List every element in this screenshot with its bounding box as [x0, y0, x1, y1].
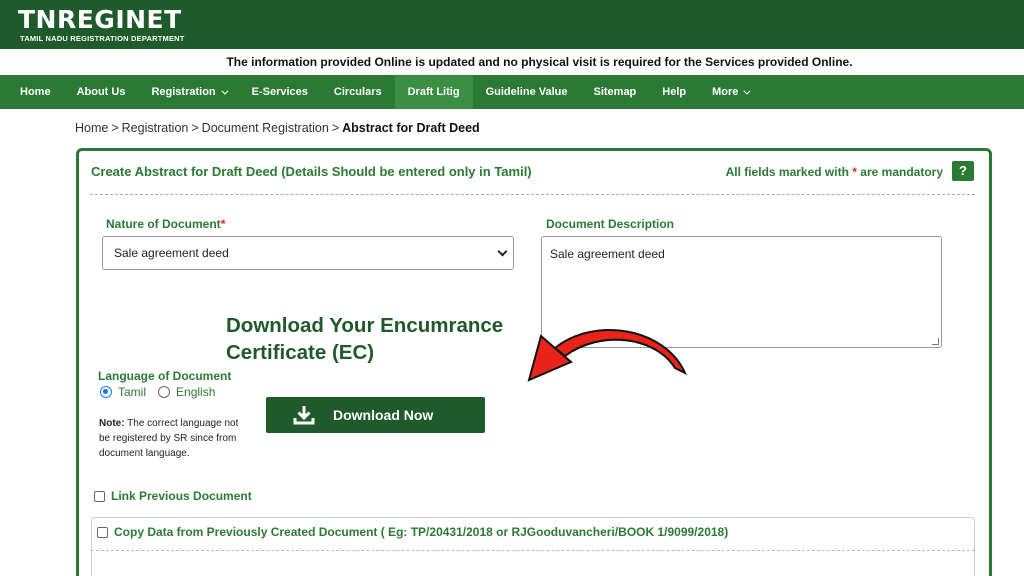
chevron-down-icon: [743, 87, 751, 95]
radio-tamil[interactable]: [100, 386, 112, 398]
nav-draft-litig[interactable]: Draft Litig: [394, 75, 473, 109]
nav-home[interactable]: Home: [7, 75, 64, 109]
divider: [90, 194, 975, 195]
nav-home-label: Home: [20, 86, 51, 98]
help-button[interactable]: ?: [952, 161, 974, 181]
note-bold: Note:: [99, 418, 125, 429]
nav-circulars-label: Circulars: [333, 86, 382, 98]
promo-line-2: Certificate (EC): [226, 341, 375, 364]
nav-e-services[interactable]: E-Services: [239, 75, 321, 109]
nav-about-us[interactable]: About Us: [64, 75, 139, 109]
red-arrow-icon: [527, 329, 688, 382]
breadcrumb-separator: >: [111, 121, 119, 135]
breadcrumb-separator: >: [331, 121, 340, 135]
nav-more-label: More: [712, 86, 739, 98]
mandatory-note: All fields marked with * are mandatory: [726, 165, 943, 179]
notice-banner: The information provided Online is updat…: [226, 55, 853, 69]
language-of-document-label: Language of Document: [98, 369, 232, 383]
description-value: Sale agreement deed: [550, 247, 665, 261]
mandatory-prefix: All fields marked with: [725, 165, 849, 179]
site-logo[interactable]: TNREGINET: [18, 5, 182, 34]
nature-select-value: Sale agreement deed: [114, 246, 229, 260]
nav-circulars[interactable]: Circulars: [321, 75, 395, 109]
nav-sitemap[interactable]: Sitemap: [580, 75, 649, 109]
radio-tamil-label[interactable]: Tamil: [118, 385, 146, 399]
breadcrumb-document-registration[interactable]: Document Registration: [202, 121, 329, 135]
copy-data-checkbox[interactable]: [97, 526, 108, 538]
nav-about-us-label: About Us: [76, 86, 126, 98]
mandatory-star: *: [852, 165, 857, 179]
breadcrumb-current: Abstract for Draft Deed: [342, 121, 480, 135]
site-header: TNREGINET TAMIL NADU REGISTRATION DEPART…: [0, 0, 1024, 49]
chevron-down-icon: [221, 87, 229, 95]
link-previous-label[interactable]: Link Previous Document: [111, 489, 252, 503]
download-now-button[interactable]: Download Now: [266, 397, 485, 433]
copy-data-divider: [91, 550, 975, 551]
required-star: *: [220, 217, 226, 231]
download-icon: [293, 406, 315, 425]
breadcrumb-registration[interactable]: Registration: [122, 121, 189, 135]
link-previous-row[interactable]: Link Previous Document: [94, 489, 252, 503]
nav-guideline-value-label: Guideline Value: [485, 86, 568, 98]
nav-guideline-value[interactable]: Guideline Value: [473, 75, 581, 109]
breadcrumb: Home > Registration > Document Registration >…: [75, 121, 480, 135]
download-now-label: Download Now: [333, 407, 434, 423]
mandatory-suffix: are mandatory: [860, 165, 943, 179]
breadcrumb-home[interactable]: Home: [75, 121, 108, 135]
document-description-label: Document Description: [546, 217, 675, 231]
nav-draft-litig-label: Draft Litig: [407, 86, 460, 98]
nature-label-text: Nature of Document: [106, 217, 221, 231]
promo-line-1: Download Your Encumrance: [226, 314, 504, 337]
nav-sitemap-label: Sitemap: [593, 86, 637, 98]
nav-e-services-label: E-Services: [251, 86, 308, 98]
link-previous-checkbox[interactable]: [94, 490, 105, 502]
resize-handle-icon[interactable]: [932, 338, 939, 345]
radio-english[interactable]: [158, 386, 171, 398]
chevron-down-icon: [497, 246, 508, 257]
breadcrumb-separator: >: [191, 121, 199, 135]
copy-data-row[interactable]: Copy Data from Previously Created Docume…: [97, 525, 728, 539]
site-subtitle: TAMIL NADU REGISTRATION DEPARTMENT: [20, 34, 185, 43]
promo-heading: Download Your Encumrance Certificate (EC…: [226, 312, 503, 366]
language-radio-group: Tamil English: [100, 385, 227, 399]
nav-help[interactable]: Help: [649, 75, 699, 109]
form-title: Create Abstract for Draft Deed (Details …: [91, 164, 532, 179]
nav-more[interactable]: More: [699, 75, 761, 109]
radio-english-label[interactable]: English: [176, 385, 215, 399]
copy-data-label[interactable]: Copy Data from Previously Created Docume…: [114, 525, 728, 539]
main-nav: Home About Us Registration E-Services Ci…: [0, 75, 1024, 109]
nav-registration[interactable]: Registration: [138, 75, 238, 109]
nav-registration-label: Registration: [151, 86, 216, 98]
nature-of-document-select[interactable]: Sale agreement deed: [102, 236, 514, 270]
nature-of-document-label: Nature of Document*: [106, 217, 225, 231]
language-note: Note: The correct language not be regist…: [99, 416, 249, 461]
nav-help-label: Help: [662, 86, 687, 98]
